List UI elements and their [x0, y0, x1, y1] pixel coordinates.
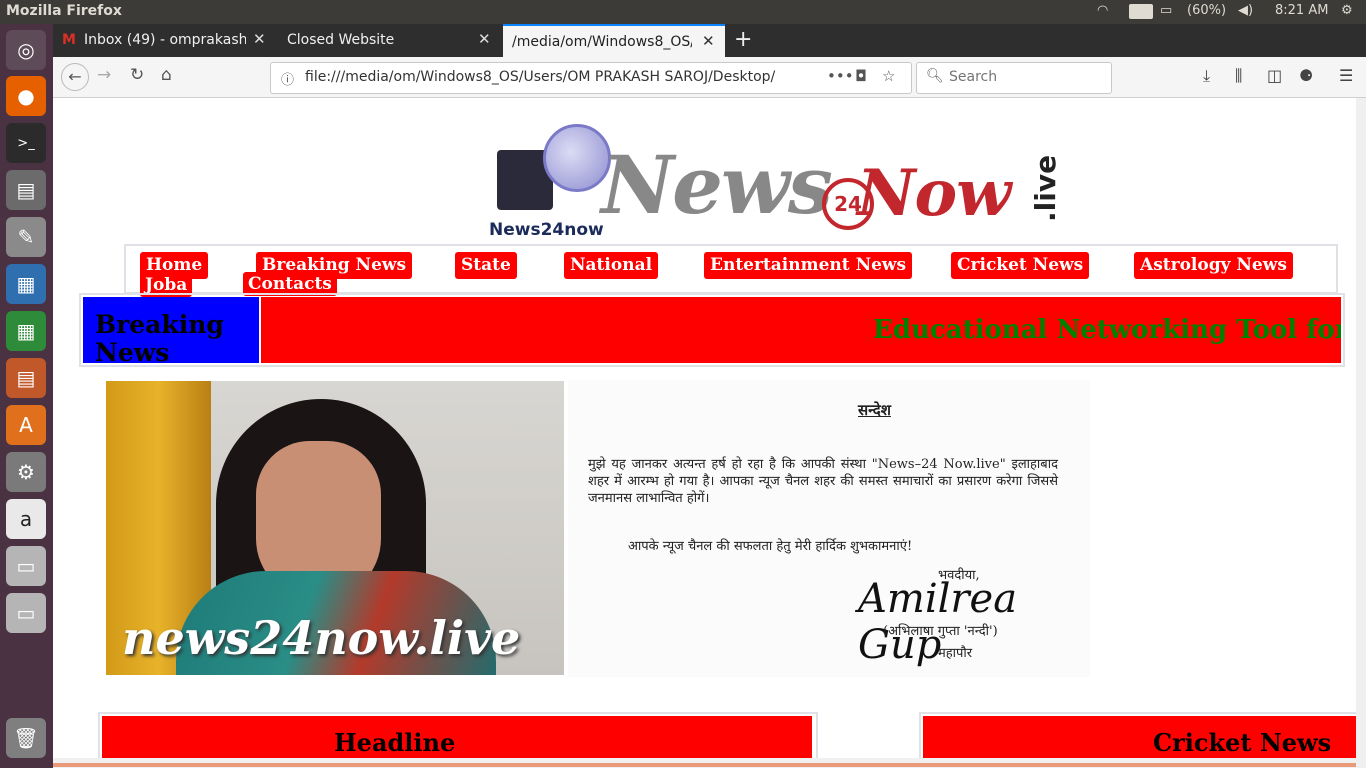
web-page: News24now News 24 Now .live Home Breakin…	[53, 98, 1356, 758]
breaking-news-label: Breaking News	[83, 297, 259, 367]
reload-icon[interactable]: ↻	[130, 65, 144, 85]
amazon-icon[interactable]: a	[6, 499, 46, 539]
headline-bar	[102, 716, 812, 758]
settings-icon[interactable]: ⚙	[6, 452, 46, 492]
power-gear-icon[interactable]: ⚙	[1341, 3, 1353, 18]
cricket-title: Cricket News	[1153, 728, 1332, 757]
letter-body: मुझे यह जानकर अत्यन्त हर्ष हो रहा है कि …	[588, 457, 1058, 506]
drive-icon[interactable]: ▭	[6, 546, 46, 586]
logo-small-text: News24now	[489, 220, 604, 240]
writer-icon[interactable]: ▤	[6, 358, 46, 398]
navigation-toolbar: ← → ↻ ⌂ ⓘ file:///media/om/Windows8_OS/U…	[53, 57, 1366, 98]
launcher: ◎ ● >_ ▤ ✎ ▦ ▦ ▤ A ⚙ a ▭ ▭ 🗑	[0, 24, 53, 768]
site-logo[interactable]: News24now News 24 Now .live	[489, 120, 1062, 240]
info-icon[interactable]: ⓘ	[281, 69, 294, 88]
battery-percent[interactable]: (60%)	[1187, 3, 1226, 18]
url-bar[interactable]: ⓘ file:///media/om/Windows8_OS/Users/OM …	[270, 62, 912, 94]
search-input[interactable]	[947, 68, 1101, 86]
text-editor-icon[interactable]: ✎	[6, 217, 46, 257]
bottom-strip	[53, 758, 1366, 768]
menu-state[interactable]: State	[455, 252, 517, 279]
terminal-icon[interactable]: >_	[6, 123, 46, 163]
library-icon[interactable]: ⫼	[1235, 66, 1242, 86]
tab-inbox[interactable]: M Inbox (49) - omprakashs ✕	[53, 24, 273, 57]
ticker-text[interactable]: Educational Networking Tool for C	[873, 315, 1341, 345]
search-bar[interactable]: 🔍︎	[916, 62, 1112, 94]
extensions-icon[interactable]: ⚈	[1299, 66, 1313, 85]
page-actions-icon[interactable]: •••	[827, 67, 854, 85]
url-text[interactable]: file:///media/om/Windows8_OS/Users/OM PR…	[305, 69, 795, 85]
firefox-icon[interactable]: ●	[6, 76, 46, 116]
ticker-marquee: Educational Networking Tool for C	[261, 297, 1341, 363]
menu-cricket-news[interactable]: Cricket News	[951, 252, 1090, 279]
trash-icon[interactable]: 🗑	[6, 718, 46, 758]
breaking-news-ticker: Breaking News Educational Networking Too…	[79, 293, 1345, 367]
logo-news-text: News	[601, 138, 833, 232]
logo-now-text: Now	[857, 156, 1011, 231]
sidebar-icon[interactable]: ◫	[1267, 66, 1282, 85]
letter-designation: महापौर	[938, 646, 973, 661]
ubuntu-dash-icon[interactable]: ◎	[6, 30, 46, 70]
main-menu: Home Breaking News State National Entert…	[124, 244, 1338, 297]
banner-image: news24now.live सन्देश मुझे यह जानकर अत्य…	[106, 380, 1090, 677]
battery-icon[interactable]: ▭	[1160, 3, 1172, 18]
tab-label: Closed Website	[287, 32, 395, 48]
download-icon[interactable]: ⤓	[1203, 66, 1210, 86]
letter-title: सन्देश	[858, 401, 891, 419]
page-scrollbar[interactable]	[1356, 98, 1366, 758]
forward-arrow-icon[interactable]: →	[97, 65, 111, 85]
menu-entertainment-news[interactable]: Entertainment News	[704, 252, 913, 279]
menu-hamburger-icon[interactable]: ☰	[1339, 66, 1353, 85]
headline-title: Headline	[334, 728, 456, 757]
menu-astrology-news[interactable]: Astrology News	[1134, 252, 1293, 279]
headline-section-header: Headline	[98, 712, 818, 758]
tab-label: /media/om/Windows8_OS/	[512, 34, 692, 50]
volume-icon[interactable]: ◀)	[1238, 3, 1253, 18]
bottom-accent	[53, 763, 1356, 767]
drive-icon-2[interactable]: ▭	[6, 593, 46, 633]
tab-label: Inbox (49) - omprakashs	[84, 32, 246, 48]
wifi-icon[interactable]: ◠	[1097, 3, 1108, 18]
menu-national[interactable]: National	[564, 252, 659, 279]
software-center-icon[interactable]: A	[6, 405, 46, 445]
files-icon[interactable]: ▤	[6, 170, 46, 210]
back-arrow-icon[interactable]: ←	[61, 63, 89, 91]
letter-wish: आपके न्यूज चैनल की सफलता हेतु मेरी हार्द…	[628, 539, 913, 554]
photo-watermark: news24now.live	[122, 611, 521, 665]
close-tab-icon[interactable]: ✕	[253, 30, 266, 48]
pocket-icon[interactable]: ◘	[855, 67, 867, 85]
mayor-photo: news24now.live	[106, 381, 564, 675]
close-tab-icon[interactable]: ✕	[478, 30, 491, 48]
message-letter: सन्देश मुझे यह जानकर अत्यन्त हर्ष हो रहा…	[568, 380, 1090, 677]
clock[interactable]: 8:21 AM	[1275, 3, 1328, 18]
search-icon: 🔍︎	[926, 68, 944, 84]
cricket-section-header: Cricket News	[919, 712, 1356, 758]
letter-signer: (अभिलाषा गुप्ता 'नन्दी')	[883, 624, 998, 639]
logo-live-text: .live	[1029, 154, 1062, 222]
home-icon[interactable]: ⌂	[161, 65, 172, 85]
bookmark-star-icon[interactable]: ☆	[882, 67, 895, 85]
impress-icon[interactable]: ▦	[6, 264, 46, 304]
tab-closed-website[interactable]: Closed Website ✕	[275, 24, 501, 57]
app-title: Mozilla Firefox	[6, 3, 122, 19]
new-tab-icon[interactable]: +	[734, 27, 752, 52]
tab-active-file[interactable]: /media/om/Windows8_OS/ ✕	[503, 24, 725, 59]
close-tab-icon[interactable]: ✕	[702, 32, 715, 50]
gmail-icon: M	[62, 32, 76, 48]
top-panel: Mozilla Firefox ◠ En ▭ (60%) ◀) 8:21 AM …	[0, 0, 1366, 24]
keyboard-layout-indicator[interactable]: En	[1129, 4, 1154, 19]
calc-icon[interactable]: ▦	[6, 311, 46, 351]
tab-bar: M Inbox (49) - omprakashs ✕ Closed Websi…	[53, 24, 1366, 59]
